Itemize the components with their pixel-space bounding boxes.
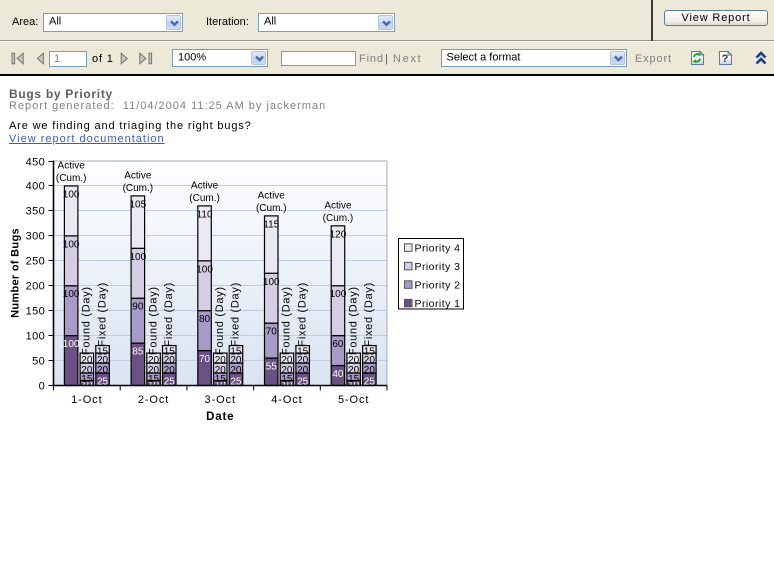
svg-text:450: 450 bbox=[26, 157, 46, 169]
svg-text:100: 100 bbox=[263, 277, 280, 288]
svg-text:60: 60 bbox=[332, 339, 344, 350]
svg-text:Active: Active bbox=[324, 201, 352, 212]
svg-text:20: 20 bbox=[81, 355, 93, 366]
svg-text:20: 20 bbox=[164, 365, 176, 376]
svg-text:15: 15 bbox=[230, 346, 242, 357]
svg-text:120: 120 bbox=[330, 229, 347, 240]
svg-text:105: 105 bbox=[130, 199, 147, 210]
svg-text:Fixed (Day): Fixed (Day) bbox=[296, 282, 308, 347]
svg-text:100: 100 bbox=[196, 264, 213, 275]
svg-text:(Cum.): (Cum.) bbox=[323, 213, 354, 224]
svg-text:40: 40 bbox=[332, 369, 344, 380]
svg-text:50: 50 bbox=[32, 356, 45, 368]
svg-text:Fixed (Day): Fixed (Day) bbox=[96, 282, 108, 347]
svg-text:100: 100 bbox=[63, 189, 80, 200]
svg-text:3-Oct: 3-Oct bbox=[205, 394, 236, 406]
svg-text:4-Oct: 4-Oct bbox=[271, 394, 302, 406]
svg-text:20: 20 bbox=[215, 355, 227, 366]
svg-text:300: 300 bbox=[26, 231, 46, 243]
svg-text:Found (Day): Found (Day) bbox=[81, 286, 93, 355]
svg-text:(Cum.): (Cum.) bbox=[56, 173, 87, 184]
svg-text:15: 15 bbox=[164, 346, 176, 357]
svg-text:1-Oct: 1-Oct bbox=[71, 394, 102, 406]
svg-text:70: 70 bbox=[266, 327, 278, 338]
svg-text:0: 0 bbox=[39, 381, 46, 393]
svg-text:70: 70 bbox=[199, 354, 211, 365]
svg-text:115: 115 bbox=[263, 219, 279, 230]
svg-text:55: 55 bbox=[266, 362, 278, 373]
svg-text:Found (Day): Found (Day) bbox=[347, 286, 359, 355]
svg-text:20: 20 bbox=[364, 365, 376, 376]
svg-text:400: 400 bbox=[26, 181, 46, 193]
svg-text:20: 20 bbox=[81, 365, 93, 376]
svg-text:20: 20 bbox=[97, 365, 109, 376]
svg-text:Priority 4: Priority 4 bbox=[415, 242, 461, 254]
svg-text:110: 110 bbox=[197, 209, 213, 220]
svg-text:Date: Date bbox=[206, 411, 234, 423]
svg-text:(Cum.): (Cum.) bbox=[123, 183, 154, 194]
svg-text:250: 250 bbox=[26, 256, 46, 268]
svg-text:5-Oct: 5-Oct bbox=[338, 394, 369, 406]
svg-text:Priority 2: Priority 2 bbox=[415, 279, 461, 291]
svg-text:15: 15 bbox=[364, 346, 376, 357]
svg-text:100: 100 bbox=[63, 289, 80, 300]
svg-text:15: 15 bbox=[97, 346, 109, 357]
svg-text:85: 85 bbox=[132, 347, 144, 358]
svg-text:100: 100 bbox=[63, 239, 80, 250]
svg-text:Priority 1: Priority 1 bbox=[415, 298, 461, 310]
svg-text:(Cum.): (Cum.) bbox=[256, 203, 287, 214]
svg-text:20: 20 bbox=[297, 365, 309, 376]
svg-text:15: 15 bbox=[297, 346, 309, 357]
svg-text:150: 150 bbox=[26, 306, 46, 318]
svg-text:Active: Active bbox=[124, 171, 152, 182]
svg-text:Number of Bugs: Number of Bugs bbox=[10, 228, 22, 318]
svg-text:100: 100 bbox=[130, 252, 147, 263]
svg-text:90: 90 bbox=[132, 302, 144, 313]
svg-text:100: 100 bbox=[63, 339, 80, 350]
svg-text:Active: Active bbox=[58, 161, 86, 172]
svg-text:Fixed (Day): Fixed (Day) bbox=[230, 282, 242, 347]
svg-text:80: 80 bbox=[199, 314, 211, 325]
svg-text:20: 20 bbox=[348, 365, 360, 376]
svg-text:Fixed (Day): Fixed (Day) bbox=[163, 282, 175, 347]
svg-text:Active: Active bbox=[191, 181, 219, 192]
svg-text:20: 20 bbox=[281, 365, 293, 376]
svg-text:20: 20 bbox=[148, 365, 160, 376]
svg-text:20: 20 bbox=[281, 355, 293, 366]
svg-text:20: 20 bbox=[215, 365, 227, 376]
svg-text:2-Oct: 2-Oct bbox=[138, 394, 169, 406]
svg-text:Found (Day): Found (Day) bbox=[281, 286, 293, 355]
svg-text:?: ? bbox=[722, 53, 729, 65]
svg-text:100: 100 bbox=[330, 289, 347, 300]
svg-text:Priority 3: Priority 3 bbox=[415, 261, 461, 273]
svg-text:(Cum.): (Cum.) bbox=[189, 193, 220, 204]
svg-text:20: 20 bbox=[230, 365, 242, 376]
svg-text:20: 20 bbox=[148, 355, 160, 366]
svg-text:Fixed (Day): Fixed (Day) bbox=[363, 282, 375, 347]
svg-text:100: 100 bbox=[26, 331, 46, 343]
svg-text:Found (Day): Found (Day) bbox=[214, 286, 226, 355]
svg-text:350: 350 bbox=[26, 206, 46, 218]
svg-text:200: 200 bbox=[26, 281, 46, 293]
svg-text:Found (Day): Found (Day) bbox=[147, 286, 159, 355]
svg-text:20: 20 bbox=[348, 355, 360, 366]
svg-text:Active: Active bbox=[258, 191, 286, 202]
